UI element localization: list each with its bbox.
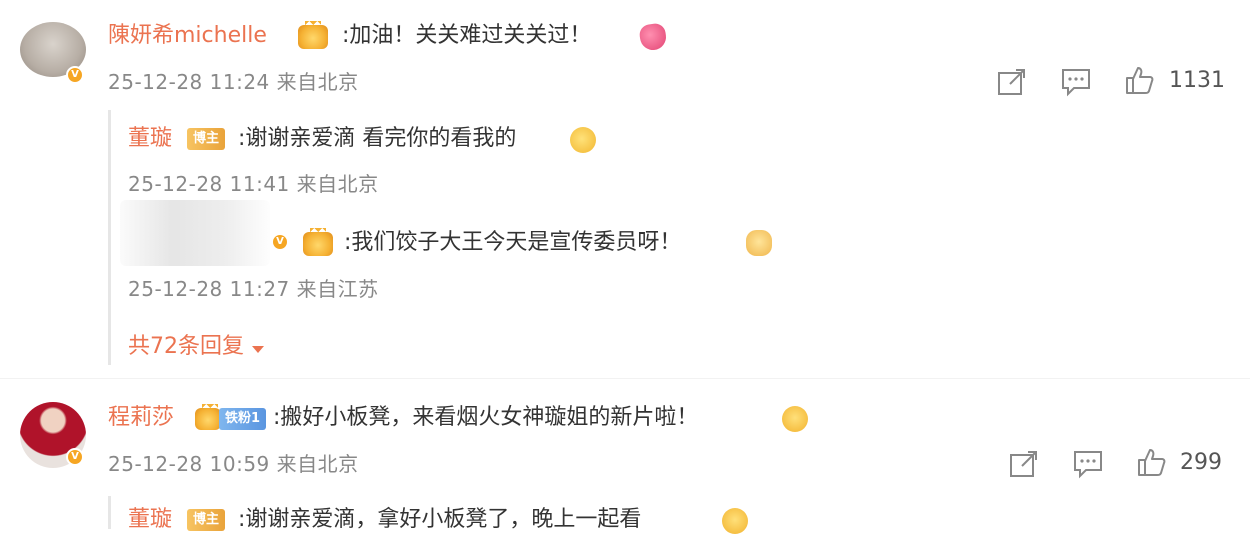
verified-badge-icon: V xyxy=(66,66,84,84)
comment-username[interactable]: 陳妍希michelle xyxy=(108,22,267,50)
reply-text: :谢谢亲爱滴，拿好小板凳了，晚上一起看 xyxy=(238,507,642,532)
reply-meta: 25-12-28 11:27 来自江苏 xyxy=(128,277,379,301)
like-count: 1131 xyxy=(1169,68,1225,93)
reply-username[interactable]: 董璇 xyxy=(128,506,172,534)
author-badge: 博主 xyxy=(187,128,226,150)
blurred-avatar xyxy=(120,200,270,266)
reply-divider xyxy=(108,496,111,529)
reply-username[interactable]: 董璇 xyxy=(128,125,172,153)
share-icon[interactable] xyxy=(1008,448,1040,478)
crown-badge-icon xyxy=(195,404,221,430)
comment-divider xyxy=(0,378,1250,379)
author-badge: 博主 xyxy=(187,509,226,531)
comment-meta: 25-12-28 11:24 来自北京 xyxy=(108,70,359,94)
comment-username[interactable]: 程莉莎 xyxy=(108,404,174,432)
more-replies-link[interactable]: 共72条回复 xyxy=(128,333,265,361)
more-replies-label[interactable]: 共72条回复 xyxy=(128,334,244,359)
reply-text: :我们饺子大王今天是宣传委员呀！ xyxy=(344,230,682,255)
caret-down-icon xyxy=(252,345,265,353)
popcorn-emoji-icon xyxy=(722,508,748,534)
comment-text: :加油！关关难过关关过！ xyxy=(342,23,592,48)
reply-text: :谢谢亲爱滴 看完你的看我的 xyxy=(238,126,517,151)
like-count: 299 xyxy=(1180,450,1222,475)
clap-emoji-icon xyxy=(570,127,596,153)
fan-badge: 铁粉1 xyxy=(219,408,267,430)
share-icon[interactable] xyxy=(996,66,1028,96)
comment-meta: 25-12-28 10:59 来自北京 xyxy=(108,452,359,476)
reply-meta: 25-12-28 11:41 来自北京 xyxy=(128,172,379,196)
verified-badge-icon: V xyxy=(271,233,289,251)
comment-icon[interactable] xyxy=(1072,449,1104,479)
crown-badge-icon xyxy=(298,21,328,49)
dog-emoji-icon xyxy=(746,230,772,256)
comment-icon[interactable] xyxy=(1060,67,1092,97)
heart-emoji-icon xyxy=(638,22,668,52)
crown-badge-icon xyxy=(303,228,333,256)
verified-badge-icon: V xyxy=(66,448,84,466)
thumbs-up-icon[interactable] xyxy=(1124,65,1154,95)
reply-divider xyxy=(108,110,111,365)
comment-text: :搬好小板凳，来看烟火女神璇姐的新片啦！ xyxy=(273,405,699,430)
heart-eyes-emoji-icon xyxy=(782,406,808,432)
thumbs-up-icon[interactable] xyxy=(1136,447,1166,477)
